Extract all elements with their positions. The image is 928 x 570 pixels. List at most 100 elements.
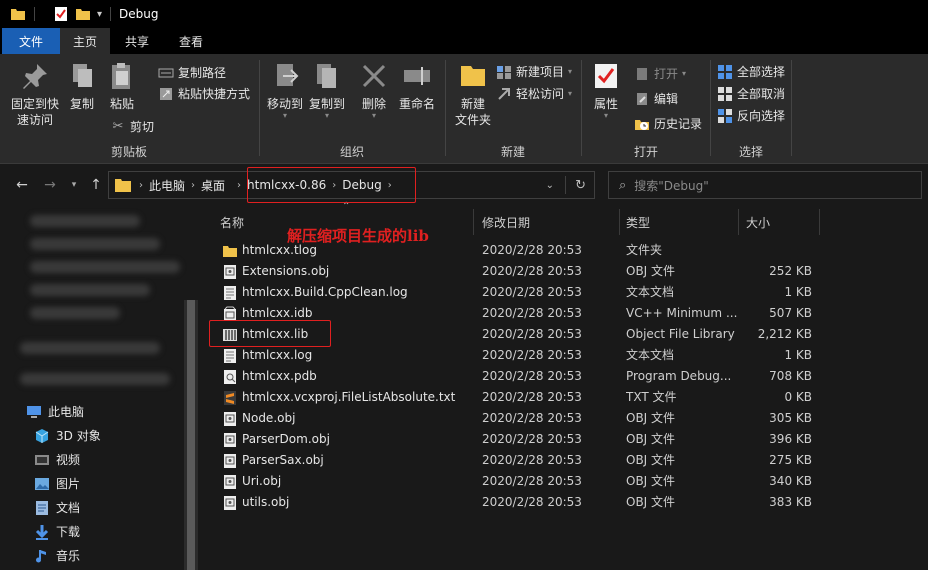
address-dropdown-chevron-icon[interactable]: ⌄ (546, 180, 554, 191)
history-button[interactable]: 历史记录 (634, 115, 702, 132)
chevron-down-icon: ▾ (682, 69, 687, 78)
copy-to-button[interactable]: 复制到 ▾ (306, 60, 348, 120)
rename-button[interactable]: 重命名 (396, 60, 438, 112)
obj-file-icon (224, 265, 236, 279)
file-row[interactable]: ParserSax.obj 2020/2/28 20:53 OBJ 文件 275 KB (208, 450, 928, 471)
back-arrow-icon[interactable]: ← (14, 177, 30, 193)
text-file-icon (224, 286, 236, 300)
file-size: 275 KB (769, 453, 812, 467)
breadcrumb-this-pc[interactable]: 此电脑 (143, 177, 191, 194)
file-row[interactable]: ParserDom.obj 2020/2/28 20:53 OBJ 文件 396 KB (208, 429, 928, 450)
column-header-date[interactable]: 修改日期 (482, 211, 530, 233)
nav-item-this-pc[interactable]: 此电脑 (26, 403, 84, 420)
file-type: Program Debug... (626, 369, 732, 383)
select-none-button[interactable]: 全部取消 (717, 85, 785, 102)
tab-share[interactable]: 共享 (110, 28, 164, 54)
file-row[interactable]: htmlcxx.log 2020/2/28 20:53 文本文档 1 KB (208, 345, 928, 366)
file-name: Uri.obj (242, 474, 282, 488)
move-to-button[interactable]: 移动到 ▾ (264, 60, 306, 120)
copy-to-icon (317, 64, 336, 88)
column-header-name[interactable]: 名称 (220, 211, 244, 233)
file-row[interactable]: Uri.obj 2020/2/28 20:53 OBJ 文件 340 KB (208, 471, 928, 492)
annotation-highlight-lib (209, 320, 331, 347)
up-arrow-icon[interactable]: ↑ (88, 177, 104, 193)
open-button[interactable]: 打开 ▾ (634, 65, 686, 82)
nav-pane-scrollbar-thumb[interactable] (187, 300, 195, 570)
nav-item-music[interactable]: 音乐 (34, 547, 80, 564)
file-date: 2020/2/28 20:53 (482, 495, 582, 509)
refresh-icon[interactable]: ↻ (575, 178, 586, 193)
easy-access-button[interactable]: 轻松访问 ▾ (496, 85, 572, 102)
rename-label: 重命名 (398, 97, 435, 111)
obj-file-icon (224, 454, 236, 468)
pin-quick-access-button[interactable]: 固定到快 速访问 (8, 60, 62, 128)
paste-shortcut-button[interactable]: 粘贴快捷方式 (158, 85, 250, 102)
tab-home[interactable]: 主页 (60, 28, 110, 54)
file-type: OBJ 文件 (626, 453, 676, 467)
select-all-icon (718, 64, 732, 79)
nav-item-downloads[interactable]: 下载 (34, 523, 80, 540)
cut-label: 剪切 (130, 120, 155, 134)
paste-button[interactable]: 粘贴 (104, 60, 140, 112)
nav-item-pictures[interactable]: 图片 (34, 475, 80, 492)
invert-selection-button[interactable]: 反向选择 (717, 107, 785, 124)
chevron-down-icon: ▾ (568, 89, 573, 98)
file-row[interactable]: htmlcxx.vcxproj.FileListAbsolute.txt 2020… (208, 387, 928, 408)
properties-icon[interactable] (53, 6, 69, 22)
copy-button[interactable]: 复制 (64, 60, 100, 112)
file-date: 2020/2/28 20:53 (482, 453, 582, 467)
file-row[interactable]: Extensions.obj 2020/2/28 20:53 OBJ 文件 252 K… (208, 261, 928, 282)
file-date: 2020/2/28 20:53 (482, 243, 582, 257)
file-row[interactable]: htmlcxx.Build.CppClean.log 2020/2/28 20:5… (208, 282, 928, 303)
recent-locations-chevron-icon[interactable]: ▾ (66, 177, 82, 193)
file-list: ⌃ 名称 修改日期 类型 大小 htmlcxx.tlog 2020/2/28 20… (200, 201, 928, 570)
search-input[interactable]: ⌕ 搜索"Debug" (608, 171, 922, 199)
new-item-button[interactable]: 新建项目 ▾ (496, 63, 572, 80)
file-row[interactable]: htmlcxx.pdb 2020/2/28 20:53 Program Debug.… (208, 366, 928, 387)
select-group: 全部选择 全部取消 反向选择 选择 (711, 54, 791, 164)
column-header-size[interactable]: 大小 (746, 211, 770, 233)
cut-button[interactable]: ✂ 剪切 (110, 118, 154, 135)
copy-to-label: 复制到 (308, 97, 345, 111)
tab-file[interactable]: 文件 (2, 28, 60, 54)
navigation-row: ← → ▾ ↑ › 此电脑 › 桌面 › htmlcxx-0.86 › Debu… (0, 165, 928, 205)
documents-icon (36, 500, 48, 515)
easy-access-icon (498, 87, 510, 100)
invert-selection-label: 反向选择 (737, 109, 786, 123)
nav-item-videos[interactable]: 视频 (34, 451, 80, 468)
copy-path-button[interactable]: 复制路径 (158, 64, 226, 81)
easy-access-label: 轻松访问 (516, 87, 565, 101)
tab-view[interactable]: 查看 (164, 28, 218, 54)
properties-button[interactable]: 属性 ▾ (588, 60, 624, 120)
file-type: 文本文档 (626, 348, 675, 362)
forward-arrow-icon[interactable]: → (42, 177, 58, 193)
file-name: htmlcxx.log (242, 348, 313, 362)
column-header-type[interactable]: 类型 (626, 211, 650, 233)
edit-button[interactable]: 编辑 (634, 90, 678, 107)
nav-item-documents[interactable]: 文档 (34, 499, 80, 516)
file-name: htmlcxx.pdb (242, 369, 317, 383)
column-divider[interactable] (819, 209, 820, 235)
breadcrumb-desktop[interactable]: 桌面 (195, 177, 231, 194)
download-icon (35, 524, 49, 540)
computer-icon (27, 405, 41, 418)
delete-button[interactable]: 删除 ▾ (356, 60, 392, 120)
blurred-nav-item (20, 342, 160, 354)
nav-item-label: 图片 (56, 477, 81, 491)
file-date: 2020/2/28 20:53 (482, 264, 582, 278)
search-placeholder: 搜索"Debug" (634, 178, 709, 193)
nav-item-3d-objects[interactable]: 3D 对象 (34, 427, 101, 444)
file-row[interactable]: utils.obj 2020/2/28 20:53 OBJ 文件 383 KB (208, 492, 928, 513)
column-divider[interactable] (473, 209, 474, 235)
new-folder-button[interactable]: 新建 文件夹 (450, 60, 496, 128)
customize-toolbar-icon[interactable]: ▾ (97, 9, 102, 20)
column-divider[interactable] (619, 209, 620, 235)
file-row[interactable]: Node.obj 2020/2/28 20:53 OBJ 文件 305 KB (208, 408, 928, 429)
sublime-text-icon (224, 391, 236, 405)
search-icon: ⌕ (619, 177, 627, 193)
clipboard-group: 固定到快 速访问 复制 粘贴 ✂ 剪切 复制路径 粘贴快捷方式 剪贴板 (0, 54, 258, 164)
new-folder-icon[interactable] (75, 6, 91, 22)
file-date: 2020/2/28 20:53 (482, 390, 582, 404)
column-divider[interactable] (738, 209, 739, 235)
select-all-button[interactable]: 全部选择 (717, 63, 785, 80)
